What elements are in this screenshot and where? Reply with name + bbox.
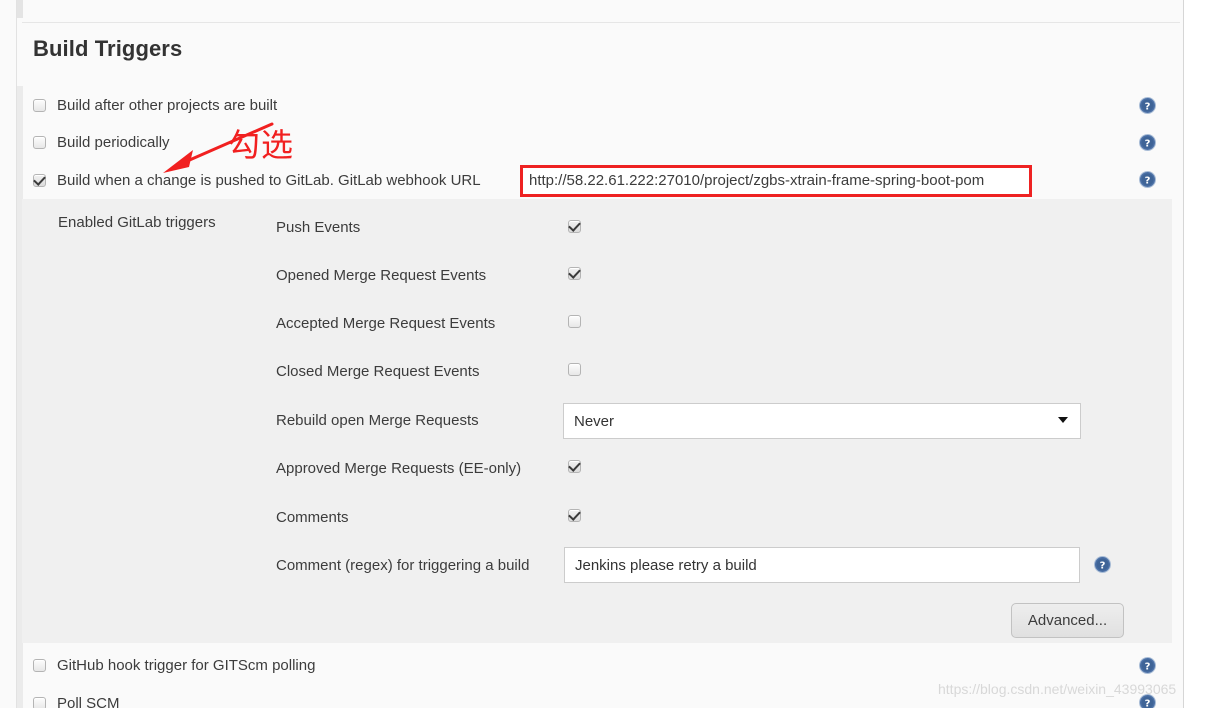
svg-text:?: ? xyxy=(1145,176,1151,187)
checkbox-approved-merge-requests[interactable] xyxy=(568,460,581,473)
comment-regex-input[interactable]: Jenkins please retry a build xyxy=(564,547,1080,583)
checkbox-build-after-other-projects[interactable] xyxy=(33,99,46,112)
label-comments: Comments xyxy=(276,509,349,526)
annotation-text: 勾选 xyxy=(228,126,295,164)
label-accepted-merge-request-events: Accepted Merge Request Events xyxy=(276,315,496,332)
checkbox-github-hook-trigger[interactable] xyxy=(33,659,46,672)
help-icon-build-when-change-pushed-to-gitlab[interactable]: ? xyxy=(1139,171,1156,188)
checkbox-opened-merge-request-events[interactable] xyxy=(568,267,581,280)
trigger-row-build-after-other-projects[interactable]: Build after other projects are built xyxy=(22,88,1180,125)
gitlab-triggers-section-label: Enabled GitLab triggers xyxy=(58,214,216,231)
svg-text:?: ? xyxy=(1100,561,1106,572)
label-build-after-other-projects: Build after other projects are built xyxy=(57,97,278,114)
checkbox-comments[interactable] xyxy=(568,509,581,522)
webhook-url-field[interactable]: http://58.22.61.222:27010/project/zgbs-x… xyxy=(520,165,1032,197)
label-push-events: Push Events xyxy=(276,219,361,236)
svg-text:?: ? xyxy=(1145,662,1151,673)
help-icon-comment-regex[interactable]: ? xyxy=(1094,556,1111,573)
advanced-button[interactable]: Advanced... xyxy=(1011,603,1124,638)
help-icon-github-hook-trigger[interactable]: ? xyxy=(1139,657,1156,674)
chevron-down-icon xyxy=(1058,417,1068,423)
build-triggers-page: Build Triggers Build after other project… xyxy=(0,0,1219,708)
checkbox-push-events[interactable] xyxy=(568,220,581,233)
checkbox-accepted-merge-request-events[interactable] xyxy=(568,315,581,328)
rebuild-open-merge-requests-value: Never xyxy=(574,413,615,430)
checkbox-closed-merge-request-events[interactable] xyxy=(568,363,581,376)
svg-text:?: ? xyxy=(1145,102,1151,113)
checkbox-build-periodically[interactable] xyxy=(33,136,46,149)
label-github-hook-trigger: GitHub hook trigger for GITScm polling xyxy=(57,657,316,674)
label-comment-regex: Comment (regex) for triggering a build xyxy=(276,557,530,574)
trigger-row-github-hook-trigger[interactable]: GitHub hook trigger for GITScm polling xyxy=(22,648,1180,685)
page-title: Build Triggers xyxy=(33,36,183,61)
help-icon-build-periodically[interactable]: ? xyxy=(1139,134,1156,151)
label-closed-merge-request-events: Closed Merge Request Events xyxy=(276,363,480,380)
trigger-row-build-periodically[interactable]: Build periodically xyxy=(22,125,1180,162)
label-poll-scm: Poll SCM xyxy=(57,695,120,708)
label-build-periodically: Build periodically xyxy=(57,134,170,151)
label-build-when-change-pushed-to-gitlab: Build when a change is pushed to GitLab.… xyxy=(57,172,481,189)
help-icon-build-after-other-projects[interactable]: ? xyxy=(1139,97,1156,114)
watermark: https://blog.csdn.net/weixin_43993065 xyxy=(938,681,1177,697)
label-rebuild-open-merge-requests: Rebuild open Merge Requests xyxy=(276,412,479,429)
svg-text:?: ? xyxy=(1145,139,1151,150)
checkbox-build-when-change-pushed-to-gitlab[interactable] xyxy=(33,174,46,187)
label-opened-merge-request-events: Opened Merge Request Events xyxy=(276,267,487,284)
rebuild-open-merge-requests-select[interactable]: Never xyxy=(563,403,1081,439)
top-divider xyxy=(22,22,1180,23)
top-left-nub xyxy=(17,0,23,18)
label-approved-merge-requests: Approved Merge Requests (EE-only) xyxy=(276,460,522,477)
svg-text:?: ? xyxy=(1145,699,1151,708)
checkbox-poll-scm[interactable] xyxy=(33,697,46,708)
